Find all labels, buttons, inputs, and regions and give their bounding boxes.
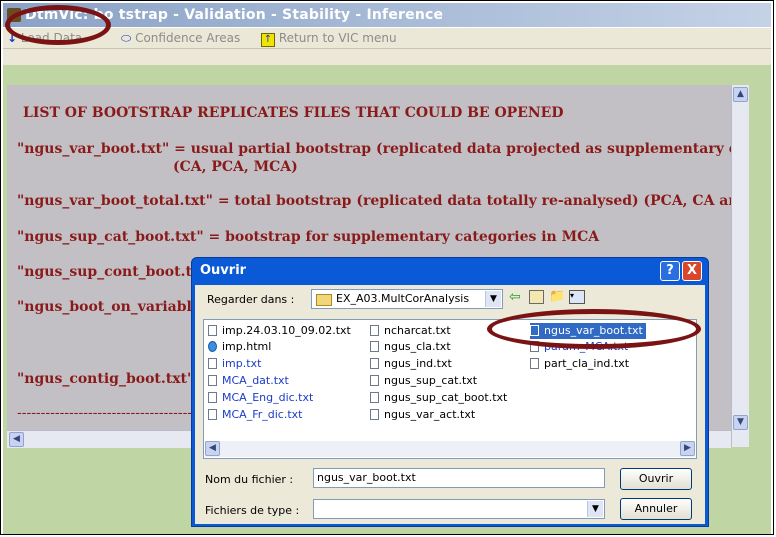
look-in-combo[interactable]: EX_A03.MultCorAnalysis ▼ [311,289,503,309]
doc-line: "ngus_boot_on_variables [17,299,209,315]
doc-heading: LIST OF BOOTSTRAP REPLICATES FILES THAT … [23,105,564,121]
browser-file-icon [208,341,217,352]
window-title: DtmVic: bo tstrap - Validation - Stabili… [25,7,444,23]
doc-line: "ngus_sup_cont_boot.txt [17,264,207,280]
list-item-selected[interactable]: ngus_var_boot.txt [530,323,646,339]
text-file-icon [370,341,379,352]
menu-label-confidence-areas: Confidence Areas [135,31,241,45]
view-menu-icon[interactable]: ▾ [569,290,585,304]
menu-label-load-data: Load Data [20,31,83,45]
look-in-label: Regarder dans : [207,293,295,306]
scroll-down-icon[interactable]: ▼ [733,415,748,430]
folder-icon [316,294,332,306]
app-window: DtmVic: bo tstrap - Validation - Stabili… [0,0,774,535]
open-dialog: Ouvrir ? X Regarder dans : EX_A03.MultCo… [191,257,709,527]
chevron-down-icon: ▼ [485,291,501,307]
list-item[interactable]: imp.24.03.10_09.02.txt [208,323,351,339]
menu-bar: ↓ Load Data ⬭ Confidence Areas ↑ Return … [3,28,771,49]
doc-line: "ngus_var_boot.txt" = usual partial boot… [17,141,731,157]
doc-line: "ngus_sup_cat_boot.txt" = bootstrap for … [17,229,600,245]
doc-line: (CA, PCA, MCA) [173,159,298,175]
arrow-down-icon: ↓ [7,31,18,45]
scroll-up-icon[interactable]: ▲ [733,87,748,102]
up-folder-icon[interactable] [529,290,544,304]
file-list-scrollbar[interactable]: ◀ ▶ [205,441,695,457]
list-item[interactable]: MCA_dat.txt [208,373,289,389]
open-button[interactable]: Ouvrir [620,468,692,490]
text-file-icon [530,341,539,352]
text-file-icon [208,358,217,369]
text-file-icon [530,325,539,336]
vertical-scrollbar[interactable]: ▲ ▼ [731,85,749,447]
text-file-icon [208,409,217,420]
list-item[interactable]: MCA_Eng_dic.txt [208,390,313,406]
dialog-body: Regarder dans : EX_A03.MultCorAnalysis ▼… [195,285,705,524]
list-item[interactable]: imp.html [208,339,271,355]
dialog-title: Ouvrir [200,263,247,278]
list-item[interactable]: MCA_Fr_dic.txt [208,407,302,423]
doc-line: "ngus_var_boot_total.txt" = total bootst… [17,193,731,209]
look-in-value: EX_A03.MultCorAnalysis [336,292,470,305]
scroll-left-icon[interactable]: ◀ [205,441,220,456]
text-file-icon [208,392,217,403]
menu-label-return-vic: Return to VIC menu [278,31,397,45]
list-item[interactable]: ngus_sup_cat.txt [370,373,477,389]
toolbar-strip [3,49,771,65]
menu-item-load-data[interactable]: ↓ Load Data [7,30,82,46]
file-list: imp.24.03.10_09.02.txt imp.html imp.txt … [203,319,697,459]
list-item[interactable]: param_MCA.txt [530,339,628,355]
new-folder-icon[interactable]: 📁 [549,289,565,304]
doc-line: "ngus_contig_boot.txt" = [17,371,211,387]
text-file-icon [530,358,539,369]
filetype-label: Fichiers de type : [205,504,300,517]
list-item[interactable]: ngus_cla.txt [370,339,451,355]
text-file-icon [208,375,217,386]
list-item[interactable]: part_cla_ind.txt [530,356,629,372]
app-icon [7,8,21,22]
filetype-combo[interactable]: ▼ [313,499,605,519]
list-item[interactable]: ngus_ind.txt [370,356,452,372]
back-icon[interactable]: ⇦ [509,289,521,305]
text-file-icon [370,375,379,386]
cancel-button[interactable]: Annuler [620,498,692,520]
menu-item-confidence-areas[interactable]: ⬭ Confidence Areas [121,30,240,46]
filename-input[interactable]: ngus_var_boot.txt [313,468,605,488]
text-file-icon [208,325,217,336]
list-item[interactable]: imp.txt [208,356,261,372]
scroll-right-icon[interactable]: ▶ [680,441,695,456]
filename-label: Nom du fichier : [205,473,294,486]
menu-item-return-vic[interactable]: ↑ Return to VIC menu [261,30,397,47]
list-item[interactable]: ngus_var_act.txt [370,407,475,423]
scroll-left-icon[interactable]: ◀ [9,432,24,447]
list-item[interactable]: ncharcat.txt [370,323,451,339]
text-file-icon [370,325,379,336]
close-button[interactable]: X [682,261,702,281]
help-button[interactable]: ? [660,261,680,281]
ellipse-icon: ⬭ [121,31,132,45]
text-file-icon [370,409,379,420]
return-arrow-icon: ↑ [261,33,275,47]
list-item[interactable]: ngus_sup_cat_boot.txt [370,390,507,406]
title-bar: DtmVic: bo tstrap - Validation - Stabili… [3,3,771,27]
text-file-icon [370,392,379,403]
text-file-icon [370,358,379,369]
chevron-down-icon: ▼ [587,501,603,517]
